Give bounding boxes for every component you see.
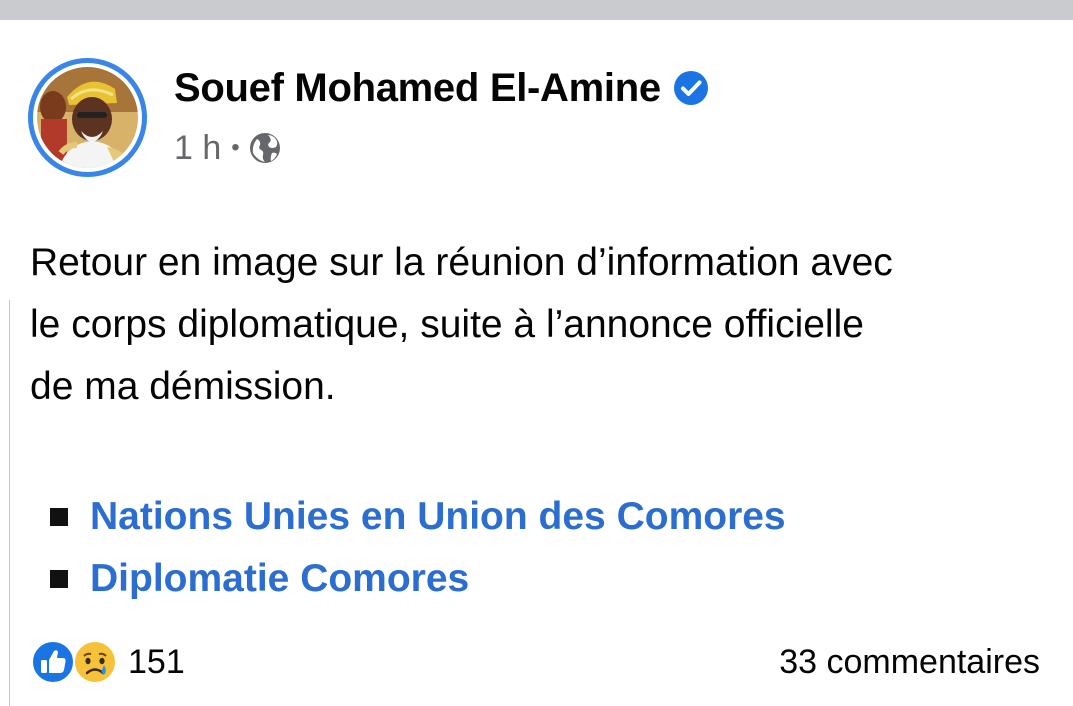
meta-separator: • bbox=[231, 134, 240, 161]
tag-link-nations-unies[interactable]: Nations Unies en Union des Comores bbox=[90, 495, 786, 539]
facebook-post: Souef Mohamed El-Amine 1 h • Retour en i… bbox=[0, 0, 1073, 706]
post-text-line: le corps diplomatique, suite à l’annonce… bbox=[30, 303, 864, 346]
sad-icon bbox=[73, 640, 117, 684]
post-body: Retour en image sur la réunion d’informa… bbox=[30, 232, 1050, 418]
bullet-square-icon bbox=[50, 570, 68, 588]
comments-count-link[interactable]: 33 commentaires bbox=[779, 643, 1040, 682]
author-name[interactable]: Souef Mohamed El-Amine bbox=[174, 66, 661, 111]
globe-icon[interactable] bbox=[248, 131, 282, 165]
profile-avatar[interactable] bbox=[28, 58, 147, 177]
reaction-count: 151 bbox=[128, 642, 185, 681]
author-row: Souef Mohamed El-Amine bbox=[174, 60, 709, 116]
reaction-summary[interactable]: 151 bbox=[30, 639, 185, 685]
tagged-pages: Nations Unies en Union des Comores Diplo… bbox=[50, 486, 786, 610]
post-text-line: Retour en image sur la réunion d’informa… bbox=[30, 241, 893, 284]
top-divider bbox=[0, 0, 1073, 20]
bullet-square-icon bbox=[50, 508, 68, 526]
avatar-photo bbox=[37, 67, 138, 168]
like-icon bbox=[31, 640, 75, 684]
tag-item: Nations Unies en Union des Comores bbox=[50, 486, 786, 548]
verified-badge-icon bbox=[673, 71, 708, 105]
tag-item: Diplomatie Comores bbox=[50, 548, 786, 610]
post-timestamp[interactable]: 1 h bbox=[174, 129, 221, 168]
reactions-bar: 151 33 commentaires bbox=[30, 636, 1040, 688]
post-meta: 1 h • bbox=[174, 126, 282, 170]
card-edge bbox=[0, 300, 10, 706]
tag-link-diplomatie[interactable]: Diplomatie Comores bbox=[90, 557, 469, 601]
post-text-line: de ma démission. bbox=[30, 365, 336, 408]
